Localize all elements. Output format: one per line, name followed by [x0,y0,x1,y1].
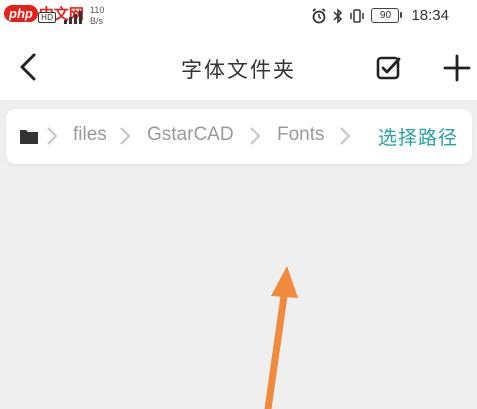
breadcrumb-item-fonts[interactable]: Fonts [277,124,325,146]
status-icons: 90 18:34 [311,7,449,24]
net-speed: 110 B/s [90,5,104,27]
annotation-arrow-icon [264,266,298,409]
status-time: 18:34 [411,7,449,24]
select-path-button[interactable]: 选择路径 [378,123,458,150]
hd-badge: HD [38,12,57,23]
alarm-icon [312,7,327,23]
top-navbar: 字体文件夹 [0,34,477,100]
net-speed-value: 110 [90,5,105,15]
breadcrumb-item-files[interactable]: files [73,124,107,146]
plus-icon[interactable] [440,51,474,85]
chevron-right-icon [120,127,131,145]
chevron-right-icon [47,127,58,145]
signal-icon [64,8,82,24]
net-speed-unit: B/s [90,16,104,26]
breadcrumb: files GstarCAD Fonts 选择路径 [6,109,472,164]
page-title: 字体文件夹 [181,58,296,82]
chevron-left-icon[interactable] [14,52,44,82]
chevron-right-icon [340,127,351,145]
file-list-area [0,170,477,409]
vibrate-icon [350,8,365,23]
battery-icon: 90 [371,8,403,23]
bluetooth-icon [333,7,343,24]
folder-icon[interactable] [19,128,39,145]
status-bar: php 中文网 HD 110 B/s 90 18:34 [0,0,477,34]
watermark-php: php [4,5,38,22]
breadcrumb-item-gstarcad[interactable]: GstarCAD [147,124,234,146]
checkbox-checked-icon[interactable] [374,53,404,83]
chevron-right-icon [250,127,261,145]
